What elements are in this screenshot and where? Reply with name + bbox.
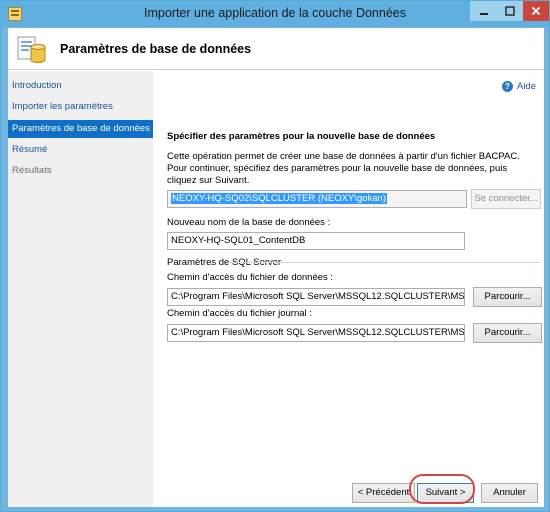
new-db-name-label: Nouveau nom de la base de données : [167, 217, 331, 228]
minimize-icon [479, 13, 488, 15]
browse-log-file-button[interactable]: Parcourir... [473, 323, 542, 343]
settings-panel: ? Aide Spécifier des paramètres pour la … [153, 71, 544, 507]
next-button-highlight-ring [409, 474, 475, 504]
group-divider [228, 262, 540, 263]
browse-data-file-button[interactable]: Parcourir... [473, 287, 542, 307]
close-icon [531, 6, 541, 16]
sidebar-item-introduction[interactable]: Introduction [8, 77, 153, 95]
server-connection-field[interactable]: NEOXY-HQ-SQ02\SQLCLUSTER (NEOXY\gokan) [167, 190, 467, 208]
log-file-path-input[interactable]: C:\Program Files\Microsoft SQL Server\MS… [167, 324, 465, 342]
log-file-path-label: Chemin d'accès du fichier journal : [167, 308, 312, 319]
database-settings-icon [17, 36, 46, 63]
page-title: Paramètres de base de données [60, 42, 252, 56]
help-label: Aide [516, 81, 536, 92]
minimize-button[interactable] [470, 1, 497, 21]
maximize-icon [505, 6, 515, 16]
data-file-path-input[interactable]: C:\Program Files\Microsoft SQL Server\MS… [167, 288, 465, 306]
server-connection-value: NEOXY-HQ-SQ02\SQLCLUSTER (NEOXY\gokan) [171, 193, 387, 204]
sidebar-item-results: Résultats [12, 165, 52, 176]
sidebar-item-summary[interactable]: Résumé [8, 141, 153, 159]
window-title: Importer une application de la couche Do… [144, 6, 406, 20]
section-heading: Spécifier des paramètres pour la nouvell… [167, 131, 436, 142]
cancel-button[interactable]: Annuler [481, 483, 538, 503]
page-header: Paramètres de base de données [8, 28, 544, 70]
sidebar-item-database-settings[interactable]: Paramètres de base de données [8, 120, 153, 138]
help-icon: ? [501, 81, 513, 92]
sidebar-item-import-settings[interactable]: Importer les paramètres [8, 98, 153, 116]
data-file-path-label: Chemin d'accès du fichier de données : [167, 272, 334, 283]
connect-button[interactable]: Se connecter... [471, 189, 541, 209]
description-text: Cette opération permet de créer une base… [167, 151, 520, 186]
help-link[interactable]: ? Aide [501, 81, 536, 92]
wizard-steps-sidebar: Introduction Importer les paramètres Par… [8, 71, 153, 507]
new-db-name-input[interactable]: NEOXY-HQ-SQL01_ContentDB [167, 232, 465, 250]
dialog-window: Importer une application de la couche Do… [0, 0, 550, 512]
previous-button[interactable]: < Précédent [352, 483, 415, 503]
title-bar[interactable]: Importer une application de la couche Do… [1, 1, 549, 27]
maximize-button[interactable] [497, 1, 523, 21]
dialog-client-area: Paramètres de base de données Introducti… [7, 27, 545, 507]
close-button[interactable] [523, 1, 549, 21]
